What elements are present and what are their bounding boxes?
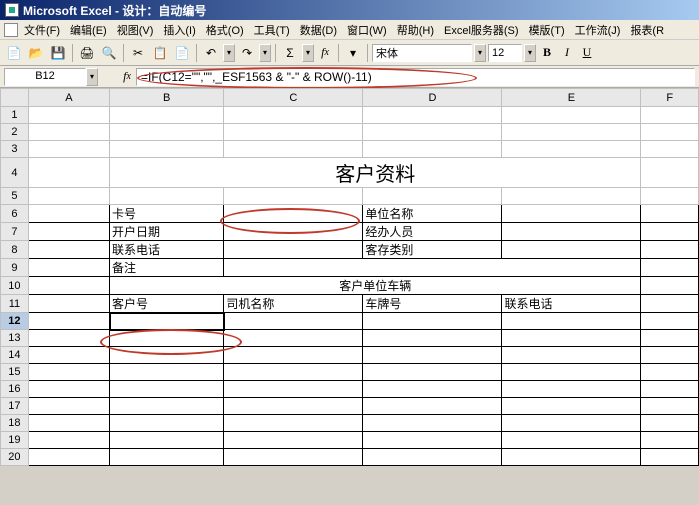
row-header-active[interactable]: 12 [1, 313, 29, 330]
row-header[interactable]: 11 [1, 295, 29, 313]
menu-data[interactable]: 数据(D) [296, 21, 341, 39]
menu-tools[interactable]: 工具(T) [250, 21, 294, 39]
paste-button[interactable]: 📄 [172, 43, 192, 63]
row-header[interactable]: 2 [1, 124, 29, 141]
label-remark[interactable]: 备注 [110, 259, 224, 277]
separator [123, 44, 124, 62]
menubar: 文件(F) 编辑(E) 视图(V) 插入(I) 格式(O) 工具(T) 数据(D… [0, 20, 699, 40]
spreadsheet-grid: A B C D E F 1 2 3 4 客户资料 5 6 卡号 单位名称 7 开户日期 经… [0, 88, 699, 466]
row-header[interactable]: 4 [1, 158, 29, 188]
undo-dropdown[interactable]: ▾ [223, 44, 235, 62]
excel-doc-icon [4, 23, 18, 37]
toolbar: 📄 📂 💾 🖨 🔍 ✂ 📋 📄 ↶ ▾ ↷ ▾ Σ ▾ fx ▾ 宋体 ▾ 12… [0, 40, 699, 66]
menu-edit[interactable]: 编辑(E) [66, 21, 111, 39]
menu-excelserver[interactable]: Excel服务器(S) [440, 21, 523, 39]
col-header-D[interactable]: D [363, 89, 502, 107]
row-header[interactable]: 17 [1, 398, 29, 415]
window-title: Microsoft Excel - 设计：自动编号 [23, 2, 206, 19]
separator [367, 44, 368, 62]
titlebar: Microsoft Excel - 设计：自动编号 [0, 0, 699, 20]
document-title[interactable]: 客户资料 [110, 158, 641, 188]
separator [338, 44, 339, 62]
col-customer-id[interactable]: 客户号 [110, 295, 224, 313]
active-cell-B12[interactable] [110, 313, 224, 330]
subtitle-vehicles[interactable]: 客户单位车辆 [110, 277, 641, 295]
cell[interactable] [28, 107, 109, 124]
new-button[interactable]: 📄 [4, 43, 24, 63]
label-operator[interactable]: 经办人员 [363, 223, 502, 241]
menu-format[interactable]: 格式(O) [202, 21, 248, 39]
print-button[interactable]: 🖨 [77, 43, 97, 63]
col-header-B[interactable]: B [110, 89, 224, 107]
row-header[interactable]: 20 [1, 449, 29, 466]
label-open-date[interactable]: 开户日期 [110, 223, 224, 241]
italic-button[interactable]: I [558, 43, 576, 63]
col-driver-name[interactable]: 司机名称 [224, 295, 363, 313]
redo-button[interactable]: ↷ [237, 43, 257, 63]
label-unit-name[interactable]: 单位名称 [363, 205, 502, 223]
col-header-C[interactable]: C [224, 89, 363, 107]
copy-button[interactable]: 📋 [150, 43, 170, 63]
row-header[interactable]: 19 [1, 432, 29, 449]
formula-input[interactable]: =IF(C12="","",_ESF1563 & "-" & ROW()-11) [136, 68, 695, 86]
row-header[interactable]: 8 [1, 241, 29, 259]
formula-text: =IF(C12="","",_ESF1563 & "-" & ROW()-11) [141, 70, 372, 84]
open-button[interactable]: 📂 [26, 43, 46, 63]
menu-workflow[interactable]: 工作流(J) [571, 21, 625, 39]
row-header[interactable]: 15 [1, 364, 29, 381]
excel-app-icon [5, 3, 19, 17]
redo-dropdown[interactable]: ▾ [259, 44, 271, 62]
fx-icon[interactable]: fx [118, 68, 136, 86]
menu-window[interactable]: 窗口(W) [343, 21, 391, 39]
row-header[interactable]: 3 [1, 141, 29, 158]
row-header[interactable]: 5 [1, 188, 29, 205]
row-header[interactable]: 1 [1, 107, 29, 124]
menu-help[interactable]: 帮助(H) [393, 21, 438, 39]
menu-insert[interactable]: 插入(I) [159, 21, 199, 39]
col-plate[interactable]: 车牌号 [363, 295, 502, 313]
worksheet[interactable]: A B C D E F 1 2 3 4 客户资料 5 6 卡号 单位名称 7 开户日期 经… [0, 88, 699, 466]
bold-button[interactable]: B [538, 43, 556, 63]
undo-button[interactable]: ↶ [201, 43, 221, 63]
col-phone[interactable]: 联系电话 [502, 295, 641, 313]
menu-file[interactable]: 文件(F) [20, 21, 64, 39]
label-phone[interactable]: 联系电话 [110, 241, 224, 259]
cut-button[interactable]: ✂ [128, 43, 148, 63]
underline-button[interactable]: U [578, 43, 596, 63]
sum-button[interactable]: Σ [280, 43, 300, 63]
fx-button[interactable]: fx [316, 44, 334, 62]
select-all-corner[interactable] [1, 89, 29, 107]
font-dropdown[interactable]: ▾ [474, 44, 486, 62]
save-button[interactable]: 💾 [48, 43, 68, 63]
row-header[interactable]: 16 [1, 381, 29, 398]
namebox-dropdown[interactable]: ▾ [86, 68, 98, 86]
col-header-A[interactable]: A [28, 89, 109, 107]
separator [72, 44, 73, 62]
name-box[interactable]: B12 [4, 68, 86, 86]
sum-dropdown[interactable]: ▾ [302, 44, 314, 62]
menu-view[interactable]: 视图(V) [113, 21, 158, 39]
font-selector[interactable]: 宋体 [372, 44, 472, 62]
row-header[interactable]: 7 [1, 223, 29, 241]
menu-report[interactable]: 报表(R [626, 21, 668, 39]
separator [275, 44, 276, 62]
fontsize-selector[interactable]: 12 [488, 44, 522, 62]
row-header[interactable]: 14 [1, 347, 29, 364]
row-header[interactable]: 10 [1, 277, 29, 295]
label-card-number[interactable]: 卡号 [110, 205, 224, 223]
zoom-dropdown[interactable]: ▾ [343, 43, 363, 63]
label-category[interactable]: 客存类别 [363, 241, 502, 259]
row-header[interactable]: 6 [1, 205, 29, 223]
row-header[interactable]: 9 [1, 259, 29, 277]
separator [196, 44, 197, 62]
row-header[interactable]: 13 [1, 330, 29, 347]
col-header-E[interactable]: E [502, 89, 641, 107]
fontsize-dropdown[interactable]: ▾ [524, 44, 536, 62]
row-header[interactable]: 18 [1, 415, 29, 432]
col-header-F[interactable]: F [641, 89, 699, 107]
preview-button[interactable]: 🔍 [99, 43, 119, 63]
menu-template[interactable]: 模版(T) [525, 21, 569, 39]
formula-bar: B12 ▾ fx =IF(C12="","",_ESF1563 & "-" & … [0, 66, 699, 88]
